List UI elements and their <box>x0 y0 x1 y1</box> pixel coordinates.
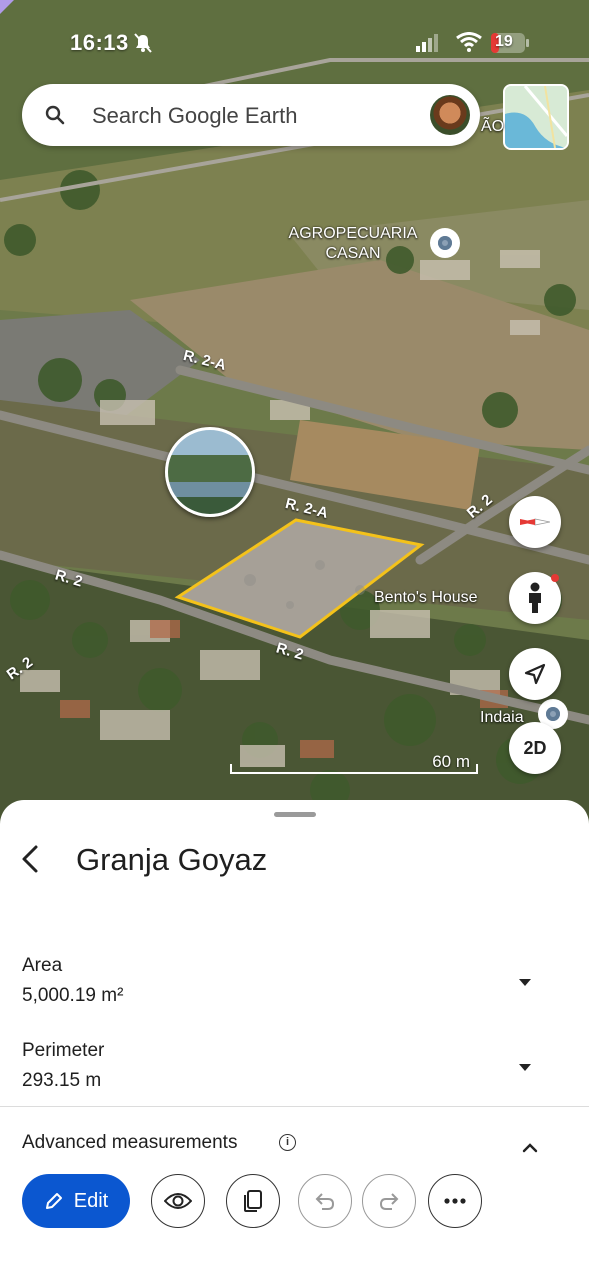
mute-icon <box>134 33 152 58</box>
copy-icon <box>244 1190 262 1212</box>
place-label-indaia[interactable]: Indaia <box>480 708 524 728</box>
pegman-icon <box>529 582 541 613</box>
scale-line <box>230 764 478 774</box>
divider <box>0 1106 589 1107</box>
redo-button[interactable] <box>362 1174 416 1228</box>
scale-bar: 60 m <box>230 750 480 778</box>
copy-button[interactable] <box>226 1174 280 1228</box>
area-row[interactable]: Area 5,000.19 m² <box>22 955 567 1007</box>
compass-icon <box>520 518 550 526</box>
edit-button[interactable]: Edit <box>22 1174 130 1228</box>
place-label-agropecuaria[interactable]: AGROPECUARIA CASAN <box>282 224 424 264</box>
place-label-bentos-house[interactable]: Bento's House <box>374 588 478 608</box>
view-2d-button[interactable]: 2D <box>509 722 561 774</box>
area-label: Area <box>22 955 63 976</box>
wifi-icon <box>456 32 482 57</box>
earth-map-view[interactable]: 16:13 19 Search Google Earth ÃO AGROPECU… <box>0 0 589 830</box>
battery-level: 19 <box>495 33 513 50</box>
signal-icon <box>416 34 442 57</box>
search-bar[interactable]: Search Google Earth <box>22 84 480 146</box>
more-icon <box>444 1198 466 1204</box>
visibility-button[interactable] <box>151 1174 205 1228</box>
undo-button[interactable] <box>298 1174 352 1228</box>
redo-icon <box>379 1193 399 1210</box>
back-button[interactable] <box>18 844 42 879</box>
edit-label: Edit <box>73 1189 109 1212</box>
scale-label: 60 m <box>432 752 470 771</box>
avatar[interactable] <box>430 95 470 135</box>
info-icon[interactable]: i <box>279 1134 296 1151</box>
measurement-toolbar: Edit <box>0 1174 589 1234</box>
photo-marker[interactable] <box>165 427 255 517</box>
pencil-icon <box>45 1193 62 1209</box>
chevron-down-icon[interactable] <box>519 979 531 986</box>
notification-dot <box>551 574 559 582</box>
status-bar: 16:13 19 <box>0 30 589 60</box>
perimeter-label: Perimeter <box>22 1040 105 1061</box>
chevron-up-icon[interactable] <box>522 1140 538 1158</box>
area-value: 5,000.19 m² <box>22 985 124 1006</box>
my-location-button[interactable] <box>509 648 561 700</box>
sheet-drag-handle[interactable] <box>274 812 316 817</box>
back-icon <box>22 845 38 873</box>
measurement-sheet: Granja Goyaz Area 5,000.19 m² Perimeter … <box>0 800 589 1280</box>
perimeter-value: 293.15 m <box>22 1070 102 1091</box>
more-button[interactable] <box>428 1174 482 1228</box>
advanced-measurements-label[interactable]: Advanced measurements <box>22 1132 237 1154</box>
search-icon <box>44 104 66 131</box>
search-placeholder[interactable]: Search Google Earth <box>92 103 297 129</box>
status-time: 16:13 <box>70 30 129 55</box>
perimeter-row[interactable]: Perimeter 293.15 m <box>22 1040 567 1092</box>
undo-icon <box>315 1193 335 1210</box>
compass-button[interactable] <box>509 496 561 548</box>
eye-icon <box>164 1193 192 1209</box>
measurement-title[interactable]: Granja Goyaz <box>76 842 267 878</box>
chevron-down-icon[interactable] <box>519 1064 531 1071</box>
navigate-icon <box>524 663 546 685</box>
battery-icon: 19 <box>491 33 529 53</box>
place-pin-agropecuaria[interactable] <box>430 228 460 258</box>
map-label-edge: ÃO <box>481 118 505 135</box>
street-view-button[interactable] <box>509 572 561 624</box>
map-style-thumbnail[interactable] <box>503 84 569 150</box>
